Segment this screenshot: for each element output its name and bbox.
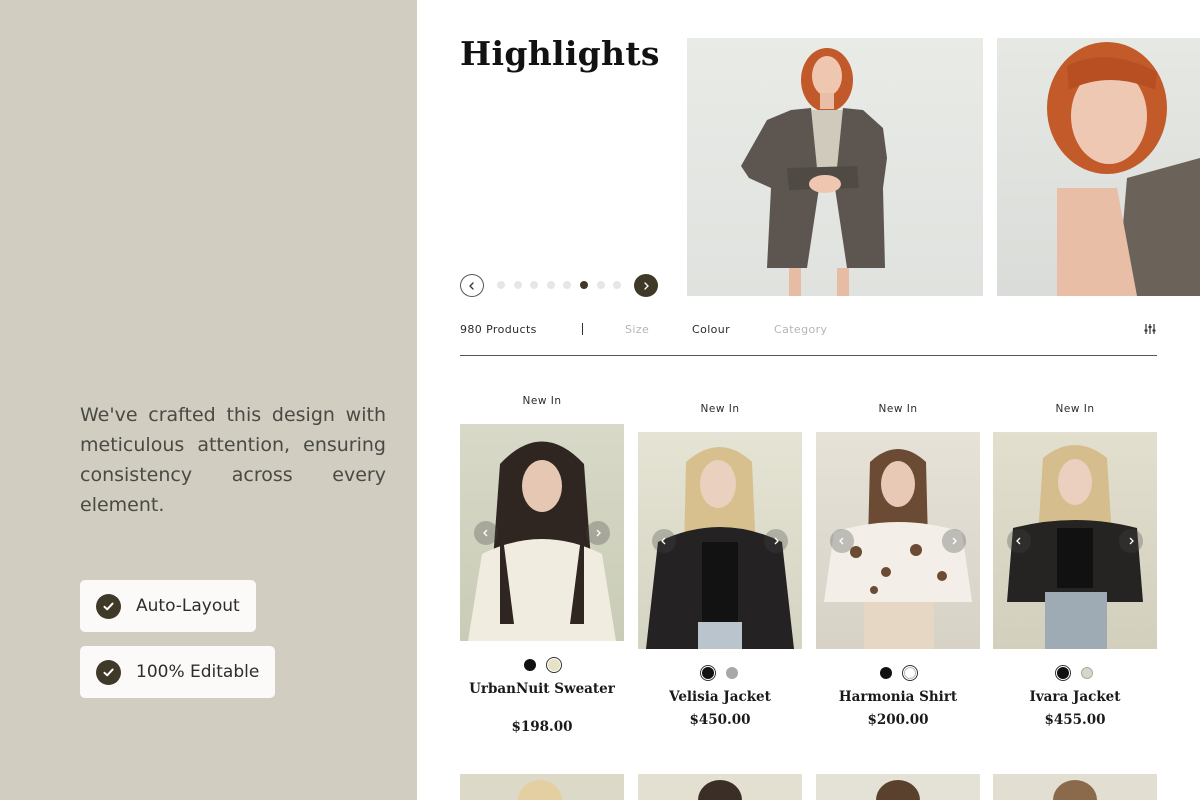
feature-badge-editable: 100% Editable: [80, 646, 276, 698]
slider-dot[interactable]: [563, 281, 572, 289]
color-swatch[interactable]: [724, 665, 740, 681]
product-count: 980 Products: [460, 323, 537, 336]
color-swatch-selected[interactable]: [1055, 665, 1071, 681]
image-next-button[interactable]: [1119, 529, 1143, 553]
slider-dot[interactable]: [530, 281, 539, 289]
product-image[interactable]: [638, 432, 802, 649]
chevron-left-icon: [839, 537, 844, 545]
slider-dot[interactable]: [613, 281, 622, 289]
image-prev-button[interactable]: [474, 521, 498, 545]
chevron-left-icon: [661, 537, 666, 545]
filter-divider: [582, 323, 583, 335]
product-name[interactable]: Ivara Jacket: [993, 689, 1157, 706]
filter-colour[interactable]: Colour: [692, 323, 730, 336]
product-card-partial[interactable]: [638, 774, 802, 800]
chevron-right-icon: [644, 281, 649, 290]
color-swatches: [816, 665, 980, 681]
slider-dots: [497, 281, 622, 289]
slider-dot-active[interactable]: [579, 281, 588, 289]
product-card[interactable]: New In Velisia Jacket $450.00: [638, 403, 802, 733]
product-name[interactable]: UrbanNuit Sweater: [460, 681, 624, 698]
image-next-button[interactable]: [764, 529, 788, 553]
check-circle-icon: [96, 659, 121, 685]
color-swatch[interactable]: [522, 657, 538, 673]
product-card[interactable]: New In Ivara Jacket $455.00: [993, 403, 1157, 733]
color-swatch-selected[interactable]: [546, 657, 562, 673]
left-promo-panel: We've crafted this design with meticulou…: [0, 0, 417, 800]
product-card-partial[interactable]: [993, 774, 1157, 800]
image-prev-button[interactable]: [1007, 529, 1031, 553]
product-card-partial[interactable]: [460, 774, 624, 800]
product-card[interactable]: New In UrbanNuit Sweater $198.00: [460, 395, 624, 740]
filter-bar: 980 Products Size Colour Category: [460, 318, 1157, 356]
feature-badge-auto-layout: Auto-Layout: [80, 580, 256, 632]
color-swatches: [460, 657, 624, 673]
image-next-button[interactable]: [586, 521, 610, 545]
feature-label: 100% Editable: [136, 662, 260, 682]
new-in-badge: New In: [700, 403, 740, 415]
new-in-badge: New In: [1055, 403, 1095, 415]
chevron-right-icon: [952, 537, 957, 545]
new-in-badge: New In: [878, 403, 918, 415]
image-next-button[interactable]: [942, 529, 966, 553]
slider-dot[interactable]: [596, 281, 605, 289]
highlight-photo-model-blazer[interactable]: [687, 38, 983, 296]
chevron-left-icon: [469, 281, 474, 290]
product-price: $198.00: [511, 719, 573, 735]
sliders-icon[interactable]: [1144, 322, 1156, 340]
product-price: $200.00: [867, 712, 929, 728]
filter-category[interactable]: Category: [774, 323, 827, 336]
slider-next-button[interactable]: [634, 274, 658, 297]
highlight-photo-model-closeup[interactable]: [997, 38, 1200, 296]
product-price: $455.00: [1044, 712, 1106, 728]
chevron-left-icon: [483, 529, 488, 537]
promo-tagline: We've crafted this design with meticulou…: [80, 404, 386, 516]
product-card-partial[interactable]: [816, 774, 980, 800]
slider-dot[interactable]: [497, 281, 505, 289]
color-swatch-selected[interactable]: [902, 665, 918, 681]
slider-dot[interactable]: [513, 281, 522, 289]
product-price: $450.00: [689, 712, 751, 728]
color-swatch[interactable]: [1079, 665, 1095, 681]
chevron-right-icon: [774, 537, 779, 545]
highlights-title: Highlights: [460, 34, 660, 73]
product-image[interactable]: [993, 432, 1157, 649]
slider-dot[interactable]: [546, 281, 555, 289]
product-card[interactable]: New In Harmonia Shirt $200.00: [816, 403, 980, 733]
product-image[interactable]: [460, 424, 624, 641]
image-prev-button[interactable]: [830, 529, 854, 553]
color-swatches: [638, 665, 802, 681]
chevron-left-icon: [1016, 537, 1021, 545]
chevron-right-icon: [596, 529, 601, 537]
feature-label: Auto-Layout: [136, 596, 240, 616]
color-swatches: [993, 665, 1157, 681]
filter-size[interactable]: Size: [625, 323, 649, 336]
slider-prev-button[interactable]: [460, 274, 484, 297]
color-swatch-selected[interactable]: [700, 665, 716, 681]
image-prev-button[interactable]: [652, 529, 676, 553]
new-in-badge: New In: [522, 395, 562, 407]
color-swatch[interactable]: [878, 665, 894, 681]
chevron-right-icon: [1129, 537, 1134, 545]
product-name[interactable]: Harmonia Shirt: [816, 689, 980, 706]
product-image[interactable]: [816, 432, 980, 649]
check-circle-icon: [96, 593, 121, 619]
product-name[interactable]: Velisia Jacket: [638, 689, 802, 706]
